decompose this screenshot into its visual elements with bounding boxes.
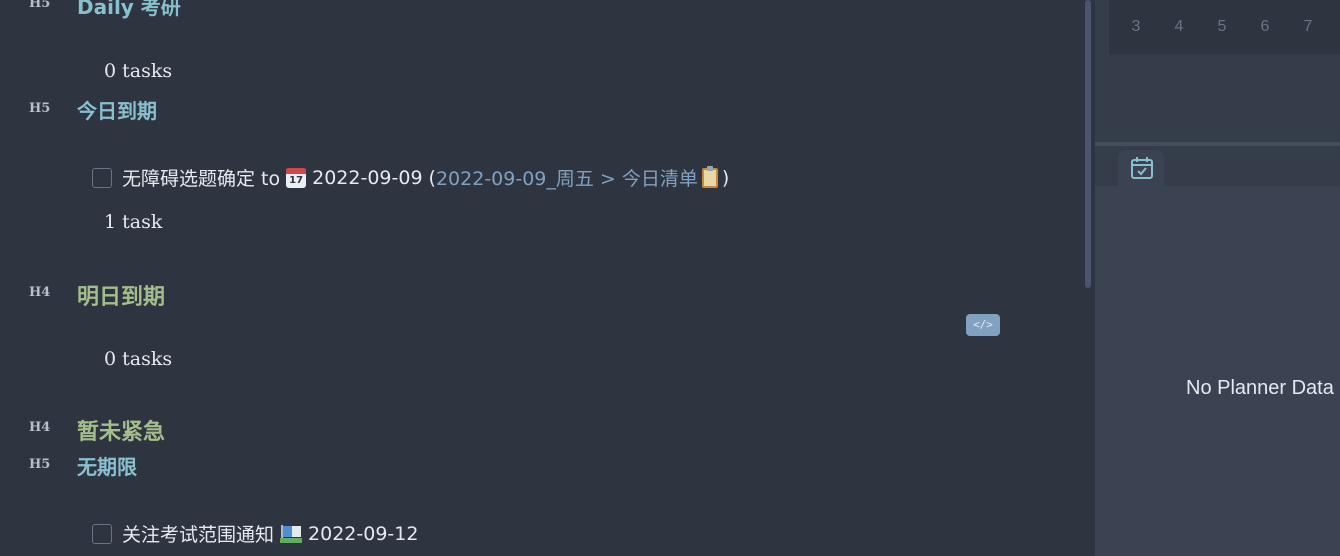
task-count: 0 tasks: [104, 348, 173, 370]
paren-close: ): [721, 166, 730, 189]
calendar-day[interactable]: 3: [1126, 18, 1146, 36]
tab-day-planner[interactable]: [1118, 150, 1164, 186]
start-flag-icon: [280, 524, 303, 543]
heading-not-urgent[interactable]: 暂未紧急: [77, 414, 165, 446]
heading-due-tomorrow[interactable]: 明日到期: [77, 279, 165, 311]
heading-level-marker: H5: [29, 0, 51, 11]
heading-daily-kaoyan[interactable]: Daily 考研: [77, 0, 181, 20]
calendar-day[interactable]: 6: [1255, 18, 1275, 36]
task-item-due-today: 无障碍选题确定 to 17 2022-09-09 ( 2022-09-09_周五…: [92, 164, 729, 191]
heading-level-marker: H5: [29, 101, 51, 116]
task-checkbox[interactable]: [92, 167, 112, 188]
task-text: 关注考试范围通知: [122, 524, 275, 546]
calendar-week-row: 3 4 5 6 7: [1109, 0, 1340, 54]
task-count: 0 tasks: [104, 60, 173, 82]
calendar-day[interactable]: 4: [1169, 18, 1189, 36]
edit-code-block-button[interactable]: </>: [966, 314, 1000, 336]
calendar-check-icon: [1131, 157, 1153, 179]
task-date: 2022-09-12: [308, 522, 419, 545]
heading-level-marker: H4: [29, 285, 51, 300]
right-sidebar: 3 4 5 6 7 No Planner Data: [1095, 0, 1340, 556]
sidebar-tab-bar: [1095, 146, 1340, 186]
task-text: 无障碍选题确定 to: [122, 168, 281, 190]
task-source-link[interactable]: 2022-09-09_周五 > 今日清单: [436, 164, 698, 191]
calendar-date-icon: 17: [286, 167, 307, 188]
heading-level-marker: H4: [29, 420, 51, 435]
calendar-widget: 3 4 5 6 7: [1095, 0, 1340, 142]
task-checkbox[interactable]: [92, 523, 112, 544]
planner-empty-message: No Planner Data: [1186, 377, 1334, 399]
clipboard-icon: [701, 165, 718, 188]
editor-pane: H5 Daily 考研 0 tasks H5 今日到期 无障碍选题确定 to 1…: [0, 0, 1082, 556]
calendar-day[interactable]: 7: [1298, 18, 1318, 36]
heading-no-deadline[interactable]: 无期限: [77, 451, 137, 480]
heading-due-today[interactable]: 今日到期: [77, 95, 157, 124]
heading-level-marker: H5: [29, 457, 51, 472]
editor-scrollbar[interactable]: [1082, 0, 1095, 556]
calendar-day[interactable]: 5: [1212, 18, 1232, 36]
scrollbar-thumb[interactable]: [1085, 0, 1091, 288]
task-item-no-deadline: 关注考试范围通知 2022-09-12: [92, 520, 418, 547]
task-count: 1 task: [104, 211, 163, 233]
paren-open: (: [428, 166, 436, 189]
task-due-date: 2022-09-09: [312, 166, 423, 189]
